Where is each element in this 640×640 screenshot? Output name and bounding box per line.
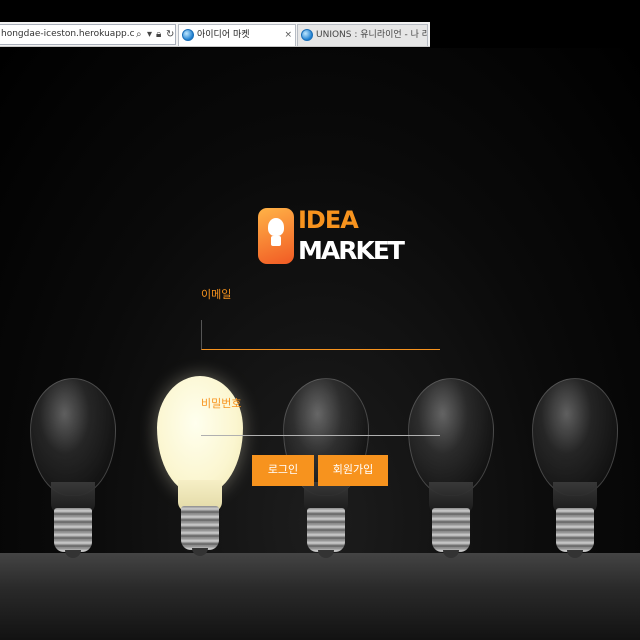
lock-icon: 🔒︎ [156, 29, 162, 40]
search-icon[interactable]: ⌕ [136, 25, 142, 44]
logo-text-market: MARKET [298, 236, 405, 265]
browser-toolbar: hongdae-iceston.herokuapp.com/users/sig … [0, 22, 430, 47]
ie-icon [182, 29, 194, 41]
idea-market-logo: IDEA MARKET [256, 206, 405, 268]
logo-text-idea: IDEA [298, 206, 359, 234]
close-tab-icon[interactable]: × [284, 25, 292, 45]
refresh-icon[interactable]: ↻ [166, 25, 174, 44]
password-field[interactable] [201, 406, 440, 436]
tab-idea-market[interactable]: 아이디어 마켓 × [178, 24, 296, 46]
address-bar[interactable]: hongdae-iceston.herokuapp.com/users/sig … [0, 24, 176, 45]
login-button[interactable]: 로그인 [252, 455, 314, 486]
signup-button[interactable]: 회원가입 [318, 455, 388, 486]
dropdown-arrow-icon[interactable]: ▾ [147, 25, 152, 44]
floor-surface [0, 553, 640, 640]
email-label: 이메일 [201, 288, 232, 301]
tab-label: 아이디어 마켓 [197, 30, 250, 40]
address-url[interactable]: hongdae-iceston.herokuapp.com/users/sig [1, 25, 134, 44]
tab-unions[interactable]: UNIONS : 유니라이언 - 나 라... [297, 24, 428, 46]
ie-icon [301, 29, 313, 41]
tab-label: UNIONS : 유니라이언 - 나 라... [316, 30, 428, 40]
email-field[interactable] [201, 320, 440, 350]
lightbulb-logo-icon [258, 208, 294, 264]
